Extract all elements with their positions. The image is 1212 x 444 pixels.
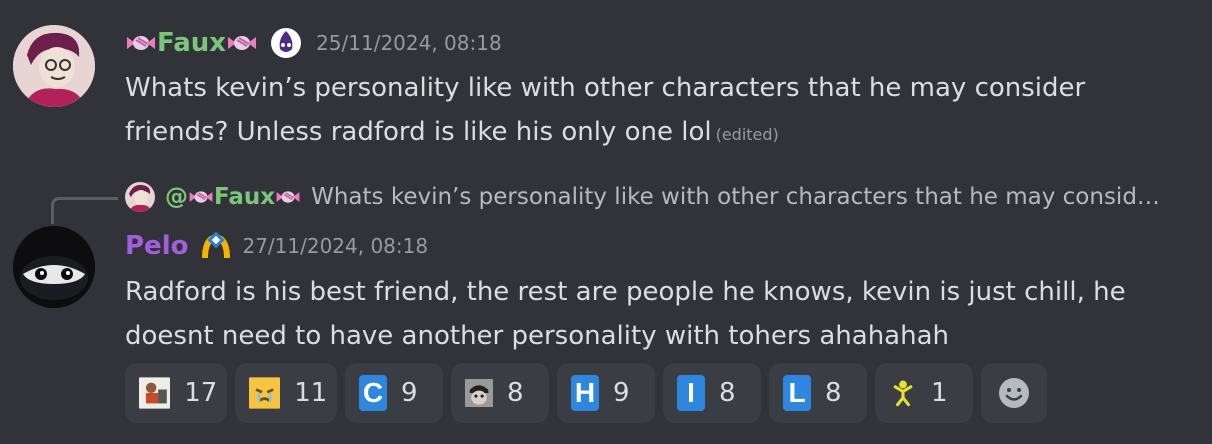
mention-name: Faux	[214, 184, 276, 210]
letter-l-emoji-icon: L	[783, 375, 811, 411]
reply-mention[interactable]: @ Faux	[165, 184, 301, 210]
face-sketch-emoji-icon	[465, 375, 493, 411]
reply-text: Whats kevin’s personality like with othe…	[311, 184, 1160, 210]
message-content-line: Radford is his best friend, the rest are…	[125, 277, 1126, 307]
add-reaction-button[interactable]	[981, 363, 1047, 423]
faux-username[interactable]: Faux	[157, 28, 226, 58]
pelo-avatar[interactable]	[13, 226, 95, 308]
pelo-username[interactable]: Pelo	[125, 231, 188, 261]
role-icon[interactable]	[270, 27, 302, 59]
letter-h-emoji-icon: H	[571, 375, 599, 411]
reaction-count: 9	[613, 378, 630, 408]
reaction-cry[interactable]: 11	[235, 363, 337, 423]
candy-icon	[188, 187, 214, 207]
letter-i-emoji-icon: I	[677, 375, 705, 411]
reaction-bar: 17 11 C 9 8 H 9 I 8 L 8 1	[125, 363, 1047, 423]
reaction-count: 1	[931, 378, 948, 408]
message-content: Whats kevin’s personality like with othe…	[125, 73, 1086, 147]
reply-connector	[51, 197, 118, 224]
reaction-face-sketch[interactable]: 8	[451, 363, 549, 423]
message-content-line: doesnt need to have another personality …	[125, 321, 949, 351]
sketch-emoji-icon	[139, 375, 171, 411]
smiley-icon	[997, 376, 1031, 410]
reaction-count: 17	[184, 378, 218, 408]
badge-icon[interactable]	[198, 228, 234, 264]
reaction-count: 8	[825, 378, 842, 408]
candy-icon	[226, 31, 258, 55]
reaction-letter-c[interactable]: C 9	[345, 363, 443, 423]
person-emoji-icon	[889, 375, 917, 411]
edited-label: (edited)	[715, 125, 779, 144]
reaction-count: 8	[507, 378, 524, 408]
reaction-letter-i[interactable]: I 8	[663, 363, 761, 423]
reaction-count: 9	[401, 378, 418, 408]
reaction-letter-h[interactable]: H 9	[557, 363, 655, 423]
reply-avatar	[125, 182, 155, 212]
reaction-letter-l[interactable]: L 8	[769, 363, 867, 423]
reply-preview[interactable]: @ Faux Whats kevin’s personality like wi…	[125, 182, 1160, 212]
reaction-count: 8	[719, 378, 736, 408]
mention-at: @	[165, 184, 188, 210]
message-timestamp: 25/11/2024, 08:18	[316, 31, 502, 55]
candy-icon	[125, 31, 157, 55]
faux-avatar[interactable]	[13, 25, 95, 107]
candy-icon	[275, 187, 301, 207]
reaction-count: 11	[294, 378, 328, 408]
reaction-sketch[interactable]: 17	[125, 363, 227, 423]
cry-emoji-icon	[249, 375, 281, 411]
letter-c-emoji-icon: C	[359, 375, 387, 411]
message-timestamp: 27/11/2024, 08:18	[242, 234, 429, 258]
reaction-person[interactable]: 1	[875, 363, 973, 423]
